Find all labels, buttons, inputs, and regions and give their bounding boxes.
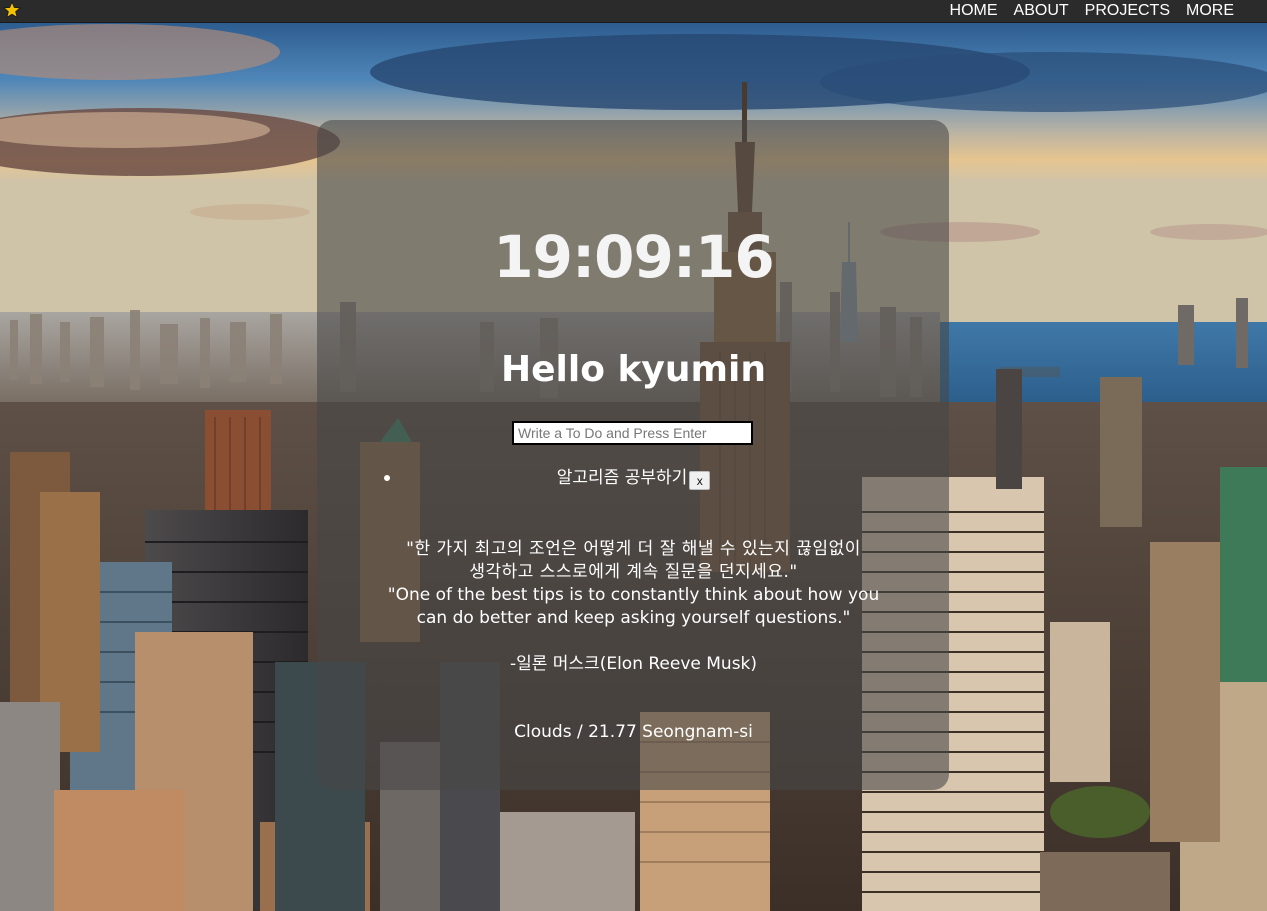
todo-item: 알고리즘 공부하기 x: [0, 466, 1267, 490]
top-navbar: HOME ABOUT PROJECTS MORE: [0, 0, 1267, 23]
clock: 19:09:16: [493, 223, 775, 291]
greeting: Hello kyumin: [500, 349, 766, 390]
nav-link-home[interactable]: HOME: [950, 0, 998, 22]
bullet-icon: [384, 475, 390, 481]
nav-link-about[interactable]: ABOUT: [1014, 0, 1069, 22]
quote-author: -일론 머스크(Elon Reeve Musk): [509, 654, 758, 674]
todo-item-text: 알고리즘 공부하기: [556, 468, 688, 488]
main-panel: [317, 120, 949, 790]
quote-english-line-1: "One of the best tips is to constantly t…: [387, 585, 880, 605]
weather-info: Clouds / 21.77 Seongnam-si: [514, 722, 753, 742]
todo-list: 알고리즘 공부하기 x: [0, 466, 1267, 490]
quote-korean-line-1: "한 가지 최고의 조언은 어떻게 더 잘 해낼 수 있는지 끊임없이: [406, 539, 861, 559]
nav-links: HOME ABOUT PROJECTS MORE: [950, 0, 1234, 22]
quote-english-line-2: can do better and keep asking yourself q…: [416, 608, 851, 628]
star-icon[interactable]: [3, 1, 21, 19]
nav-link-projects[interactable]: PROJECTS: [1085, 0, 1170, 22]
delete-todo-button[interactable]: x: [689, 470, 711, 490]
quote-block: "한 가지 최고의 조언은 어떻게 더 잘 해낼 수 있는지 끊임없이 생각하고…: [0, 538, 1267, 676]
todo-input[interactable]: [512, 421, 753, 445]
nav-link-more[interactable]: MORE: [1186, 0, 1234, 22]
quote-korean-line-2: 생각하고 스스로에게 계속 질문을 던지세요.": [469, 562, 798, 582]
